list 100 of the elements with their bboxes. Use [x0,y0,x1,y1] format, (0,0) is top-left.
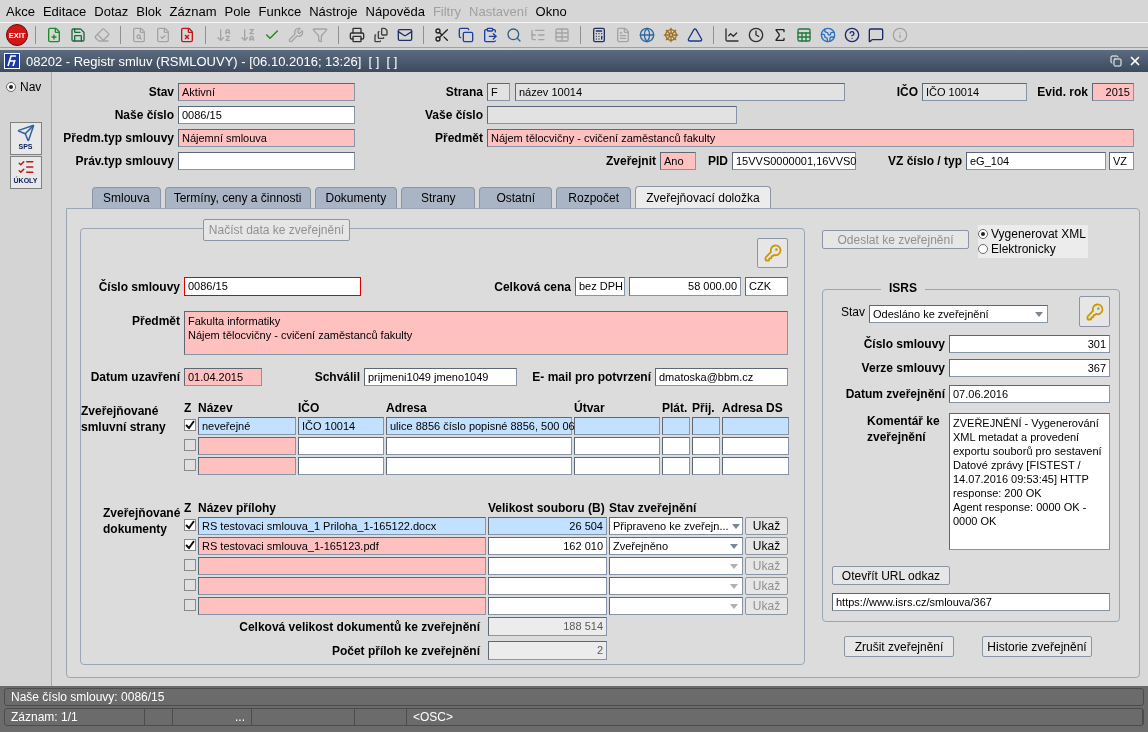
tab[interactable]: Ostatní [479,187,553,208]
menu-item[interactable]: Funkce [254,3,306,19]
table-cell[interactable] [662,417,690,435]
menu-item[interactable]: Akce [2,3,39,19]
dropdown[interactable]: Zveřejněno [609,537,743,555]
table-cell[interactable] [722,417,789,435]
tab[interactable]: Dokumenty [314,187,398,208]
table-cell[interactable]: IČO 10014 [298,417,384,435]
input-field[interactable]: F [487,83,510,101]
checkbox[interactable] [184,419,196,431]
action-button[interactable]: Historie zveřejnění [982,636,1092,657]
input-field[interactable]: 01.04.2015 [184,368,262,386]
menu-item[interactable]: Editace [38,3,91,19]
show-button[interactable]: Ukaž [745,537,788,555]
menu-item[interactable]: Nástroje [305,3,362,19]
table-cell[interactable]: ulice 8856 číslo popisné 8856, 500 06 [386,417,572,435]
input-field[interactable]: 0086/15 [178,106,355,124]
table-cell[interactable] [662,437,690,455]
checkbox[interactable] [184,459,196,471]
input-field[interactable]: eG_104 [966,152,1106,170]
input-field[interactable]: Ano [660,152,696,170]
table-cell[interactable] [198,437,296,455]
menu-item[interactable]: Nápověda [361,3,429,19]
input-field[interactable]: bez DPH [575,277,625,296]
table-cell[interactable] [692,437,720,455]
checkbox[interactable] [184,439,196,451]
open-url-button[interactable]: Otevřít URL odkaz [832,566,950,585]
input-field[interactable] [178,152,355,170]
dropdown[interactable]: Odesláno ke zveřejnění [869,305,1048,323]
table-cell[interactable]: RS testovaci smlouva_1 Priloha_1-165122.docx [198,517,486,535]
close-icon[interactable] [1128,54,1142,68]
tab[interactable]: Strany [401,187,476,208]
help-icon[interactable] [844,27,860,43]
cancel-icon[interactable] [179,27,195,43]
input-field[interactable]: 2015 [1092,83,1134,101]
cut-icon[interactable] [434,27,450,43]
table-cell[interactable] [386,437,572,455]
table-cell[interactable]: RS testovaci smlouva_1-165123.pdf [198,537,486,555]
input-field[interactable]: 367 [949,359,1110,377]
nav-radio[interactable]: Nav [6,80,42,94]
table-cell[interactable] [574,457,660,475]
tab[interactable]: Rozpočet [556,187,632,208]
dropdown[interactable]: Připraveno ke zveřejn... [609,517,743,535]
table-cell[interactable] [722,457,789,475]
input-field[interactable]: IČO 10014 [922,83,1027,101]
checkbox[interactable] [184,539,196,551]
input-field[interactable]: název 10014 [515,83,845,101]
table-cell[interactable] [298,437,384,455]
action-button[interactable]: Zrušit zveřejnění [844,636,954,657]
search-icon[interactable] [506,27,522,43]
restore-icon[interactable] [1110,55,1122,67]
table-cell[interactable] [574,417,660,435]
menu-item[interactable]: Pole [220,3,255,19]
input-field[interactable]: VZ [1109,152,1134,170]
table-cell[interactable] [298,457,384,475]
input-field[interactable]: Nájemní smlouva [178,129,355,147]
input-field[interactable]: 15VVS0000001,16VVS0 [732,152,856,170]
dropdown[interactable] [609,577,743,595]
wheel-icon[interactable] [663,27,679,43]
table-cell[interactable] [198,457,296,475]
menu-item[interactable]: Blok [132,3,166,19]
mail-icon[interactable] [397,27,413,43]
browser-icon[interactable] [820,27,836,43]
paste-icon[interactable] [482,27,498,43]
table-cell[interactable] [722,437,789,455]
table-cell[interactable] [692,417,720,435]
text-area[interactable]: ZVEŘEJNĚNÍ - Vygenerování XML metadat a provedení exportu souborů pro sestavení Datové zprávy [FISTEST / 14.07.2016 09:53:45] HTTP response: 200 OK Agent response: 0000 OK - 0000 OK [949,413,1110,550]
table-cell[interactable]: 26 504 [488,517,607,535]
input-field[interactable]: 07.06.2016 [949,385,1110,403]
spreadsheet-icon[interactable] [796,27,812,43]
input-field[interactable]: Nájem tělocvičny - cvičení zaměstanců fakulty [487,129,1134,147]
table-cell[interactable] [692,457,720,475]
triangle-icon[interactable] [687,27,703,43]
add-record-icon[interactable] [46,27,62,43]
input-field[interactable]: 301 [949,335,1110,353]
save-icon[interactable] [70,27,86,43]
show-button[interactable]: Ukaž [745,517,788,535]
menu-item[interactable]: Dotaz [90,3,133,19]
menu-item[interactable]: Okno [531,3,571,19]
radio-option[interactable]: Elektronicky [978,242,1086,256]
input-field[interactable]: 0086/15 [184,277,361,296]
checkbox[interactable] [184,519,196,531]
copy-icon[interactable] [458,27,474,43]
message-icon[interactable] [868,27,884,43]
dropdown[interactable] [609,557,743,575]
input-field[interactable]: dmatoska@bbm.cz [655,368,788,386]
url-field[interactable]: https://www.isrs.cz/smlouva/367 [832,593,1110,611]
table-cell[interactable] [386,457,572,475]
documents-icon[interactable] [373,27,389,43]
table-cell[interactable]: 162 010 [488,537,607,555]
calculator-icon[interactable] [591,27,607,43]
text-area[interactable]: Fakulta informatiky Nájem tělocvičny - cvičení zaměstanců fakulty [184,311,788,355]
clock-icon[interactable] [748,27,764,43]
input-field[interactable] [487,106,737,124]
input-field[interactable]: Aktivní [178,83,355,101]
input-field[interactable]: CZK [745,277,788,296]
menu-item[interactable]: Záznam [165,3,221,19]
radio-option[interactable]: Vygenerovat XML [978,227,1086,241]
table-cell[interactable]: neveřejné [198,417,296,435]
tab[interactable]: Termíny, ceny a činnosti [164,187,311,208]
